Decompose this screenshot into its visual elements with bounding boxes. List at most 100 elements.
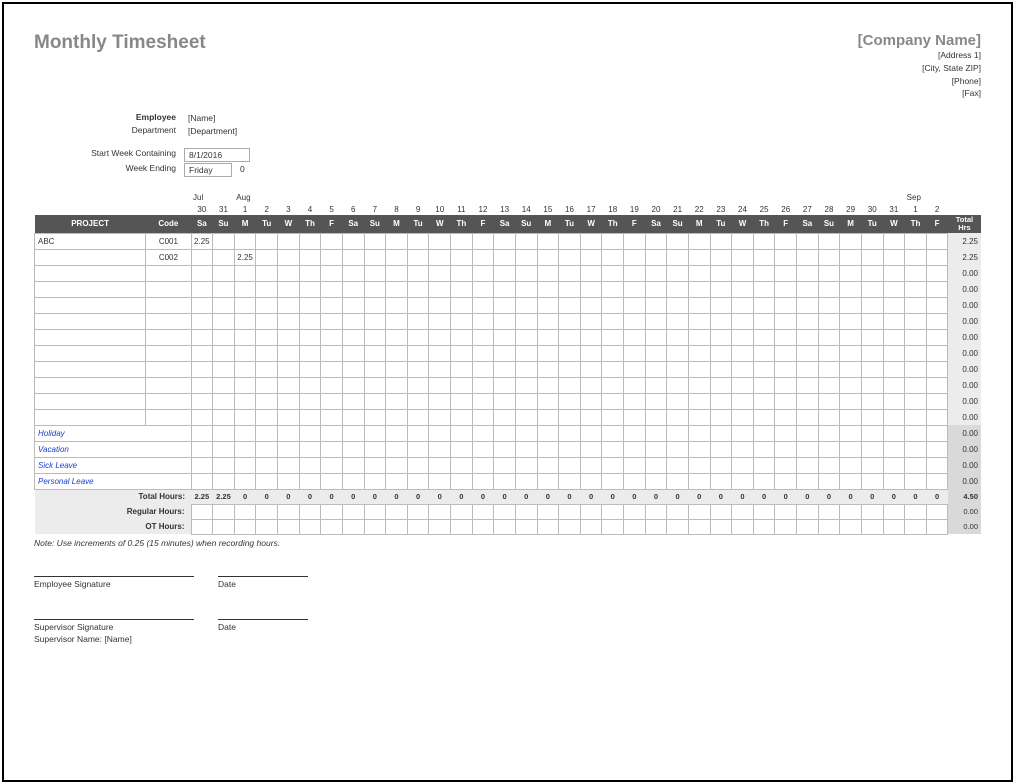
- hours-cell[interactable]: [515, 329, 537, 345]
- hours-cell[interactable]: [840, 473, 862, 489]
- hours-cell[interactable]: [926, 377, 948, 393]
- hours-cell[interactable]: [429, 409, 451, 425]
- hours-cell[interactable]: [515, 457, 537, 473]
- hours-cell[interactable]: [321, 457, 343, 473]
- hours-cell[interactable]: [537, 377, 559, 393]
- hours-cell[interactable]: [775, 473, 797, 489]
- hours-cell[interactable]: [515, 233, 537, 249]
- hours-cell[interactable]: [624, 409, 646, 425]
- hours-cell[interactable]: [299, 329, 321, 345]
- hours-cell[interactable]: [667, 313, 689, 329]
- summary-cell[interactable]: [797, 519, 819, 534]
- hours-cell[interactable]: [602, 297, 624, 313]
- hours-cell[interactable]: [429, 297, 451, 313]
- hours-cell[interactable]: [191, 393, 213, 409]
- hours-cell[interactable]: [537, 281, 559, 297]
- summary-cell[interactable]: [559, 504, 581, 519]
- hours-cell[interactable]: [624, 297, 646, 313]
- project-cell[interactable]: [35, 265, 146, 281]
- hours-cell[interactable]: [645, 377, 667, 393]
- project-cell[interactable]: [35, 361, 146, 377]
- hours-cell[interactable]: [861, 265, 883, 281]
- summary-cell[interactable]: [840, 504, 862, 519]
- code-cell[interactable]: C001: [146, 233, 191, 249]
- summary-cell[interactable]: [775, 519, 797, 534]
- summary-cell[interactable]: [429, 504, 451, 519]
- hours-cell[interactable]: [537, 425, 559, 441]
- hours-cell[interactable]: [926, 345, 948, 361]
- hours-cell[interactable]: [537, 473, 559, 489]
- code-cell[interactable]: [146, 281, 191, 297]
- hours-cell[interactable]: [537, 329, 559, 345]
- summary-cell[interactable]: [732, 504, 754, 519]
- hours-cell[interactable]: [797, 265, 819, 281]
- hours-cell[interactable]: [645, 265, 667, 281]
- hours-cell[interactable]: [559, 345, 581, 361]
- project-cell[interactable]: [35, 345, 146, 361]
- hours-cell[interactable]: [688, 361, 710, 377]
- hours-cell[interactable]: [926, 457, 948, 473]
- hours-cell[interactable]: [429, 473, 451, 489]
- hours-cell[interactable]: [494, 441, 516, 457]
- hours-cell[interactable]: [234, 457, 256, 473]
- hours-cell[interactable]: [667, 473, 689, 489]
- hours-cell[interactable]: [451, 457, 473, 473]
- hours-cell[interactable]: [299, 425, 321, 441]
- hours-cell[interactable]: [191, 313, 213, 329]
- hours-cell[interactable]: [407, 329, 429, 345]
- hours-cell[interactable]: [321, 345, 343, 361]
- hours-cell[interactable]: [494, 249, 516, 265]
- hours-cell[interactable]: [429, 265, 451, 281]
- hours-cell[interactable]: [905, 361, 927, 377]
- hours-cell[interactable]: [602, 473, 624, 489]
- hours-cell[interactable]: [710, 249, 732, 265]
- hours-cell[interactable]: [299, 457, 321, 473]
- hours-cell[interactable]: [905, 473, 927, 489]
- hours-cell[interactable]: [451, 249, 473, 265]
- hours-cell[interactable]: [926, 441, 948, 457]
- hours-cell[interactable]: [883, 409, 905, 425]
- hours-cell[interactable]: [451, 297, 473, 313]
- hours-cell[interactable]: [386, 249, 408, 265]
- hours-cell[interactable]: [364, 473, 386, 489]
- hours-cell[interactable]: [299, 297, 321, 313]
- hours-cell[interactable]: [753, 377, 775, 393]
- hours-cell[interactable]: [191, 409, 213, 425]
- hours-cell[interactable]: [559, 297, 581, 313]
- summary-cell[interactable]: [407, 519, 429, 534]
- hours-cell[interactable]: [559, 377, 581, 393]
- project-cell[interactable]: [35, 377, 146, 393]
- hours-cell[interactable]: [753, 441, 775, 457]
- hours-cell[interactable]: [926, 233, 948, 249]
- hours-cell[interactable]: [494, 281, 516, 297]
- hours-cell[interactable]: [602, 361, 624, 377]
- hours-cell[interactable]: [602, 329, 624, 345]
- hours-cell[interactable]: [256, 345, 278, 361]
- hours-cell[interactable]: [624, 313, 646, 329]
- hours-cell[interactable]: [386, 265, 408, 281]
- hours-cell[interactable]: [278, 409, 300, 425]
- hours-cell[interactable]: [580, 457, 602, 473]
- hours-cell[interactable]: [494, 329, 516, 345]
- summary-cell[interactable]: [905, 504, 927, 519]
- summary-cell[interactable]: [299, 519, 321, 534]
- hours-cell[interactable]: [905, 265, 927, 281]
- hours-cell[interactable]: [710, 329, 732, 345]
- summary-cell[interactable]: [234, 519, 256, 534]
- hours-cell[interactable]: [580, 265, 602, 281]
- hours-cell[interactable]: [278, 425, 300, 441]
- hours-cell[interactable]: [537, 345, 559, 361]
- hours-cell[interactable]: [732, 457, 754, 473]
- hours-cell[interactable]: [386, 281, 408, 297]
- hours-cell[interactable]: [213, 361, 235, 377]
- hours-cell[interactable]: [753, 265, 775, 281]
- hours-cell[interactable]: [321, 377, 343, 393]
- hours-cell[interactable]: [559, 393, 581, 409]
- hours-cell[interactable]: [861, 441, 883, 457]
- hours-cell[interactable]: [775, 361, 797, 377]
- hours-cell[interactable]: [861, 361, 883, 377]
- hours-cell[interactable]: [624, 233, 646, 249]
- hours-cell[interactable]: [364, 441, 386, 457]
- code-cell[interactable]: [146, 361, 191, 377]
- hours-cell[interactable]: [667, 329, 689, 345]
